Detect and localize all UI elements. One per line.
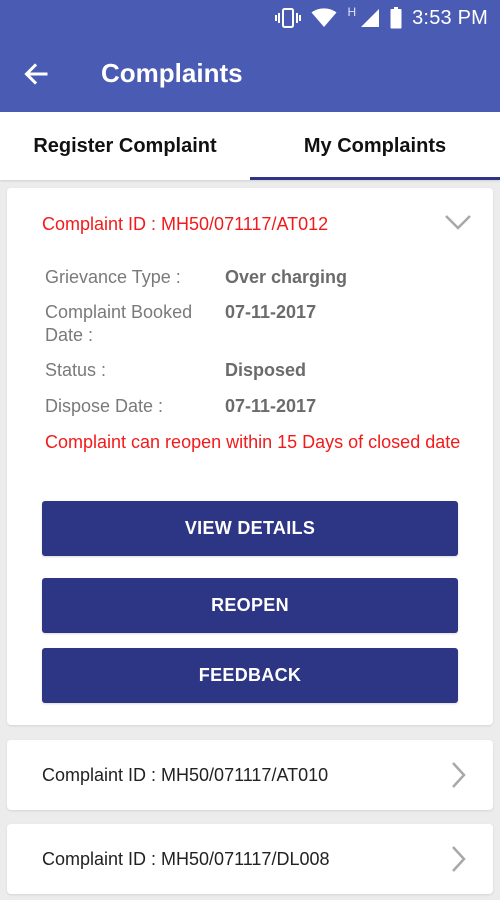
status-bar: H 3:53 PM — [0, 0, 500, 36]
feedback-button[interactable]: FEEDBACK — [42, 648, 458, 703]
arrow-left-icon — [24, 62, 48, 86]
app-header: H 3:53 PM Complaints — [0, 0, 500, 112]
status-icons: H 3:53 PM — [275, 4, 488, 32]
view-details-button[interactable]: VIEW DETAILS — [42, 501, 458, 556]
tab-bar: Register Complaint My Complaints — [0, 112, 500, 180]
wifi-icon — [311, 8, 337, 28]
dispose-date-value: 07-11-2017 — [225, 396, 317, 416]
network-type-label: H — [347, 5, 357, 19]
complaint-id: Complaint ID : MH50/071117/DL008 — [42, 849, 330, 869]
chevron-down-icon[interactable] — [444, 208, 472, 236]
signal-icon — [360, 8, 380, 28]
complaint-card-expanded: Complaint ID : MH50/071117/AT012 Grievan… — [7, 188, 493, 725]
complaint-card-collapsed[interactable]: Complaint ID : MH50/071117/DL008 — [7, 824, 493, 894]
app-bar: Complaints — [0, 36, 500, 112]
booked-date-label: Complaint Booked Date : — [45, 302, 193, 345]
dispose-date-label: Dispose Date : — [45, 396, 164, 416]
back-button[interactable] — [18, 56, 54, 92]
status-label: Status : — [45, 360, 107, 380]
battery-icon — [390, 7, 402, 29]
reopen-note: Complaint can reopen within 15 Days of c… — [45, 432, 461, 452]
page-title: Complaints — [101, 58, 243, 88]
reopen-button[interactable]: REOPEN — [42, 578, 458, 633]
tab-register-complaint[interactable]: Register Complaint — [0, 112, 250, 180]
grievance-type-label: Grievance Type : — [45, 267, 181, 287]
chevron-right-icon[interactable] — [444, 761, 472, 789]
complaint-id: Complaint ID : MH50/071117/AT010 — [42, 765, 329, 785]
complaint-id[interactable]: Complaint ID : MH50/071117/AT012 — [42, 214, 328, 235]
status-value: Disposed — [225, 360, 307, 380]
tab-my-complaints[interactable]: My Complaints — [250, 112, 500, 180]
status-time: 3:53 PM — [412, 6, 488, 29]
vibrate-icon — [275, 7, 302, 29]
booked-date-value: 07-11-2017 — [225, 302, 317, 322]
complaint-card-collapsed[interactable]: Complaint ID : MH50/071117/AT010 — [7, 740, 493, 810]
chevron-right-icon[interactable] — [444, 845, 472, 873]
grievance-type-value: Over charging — [225, 267, 348, 287]
